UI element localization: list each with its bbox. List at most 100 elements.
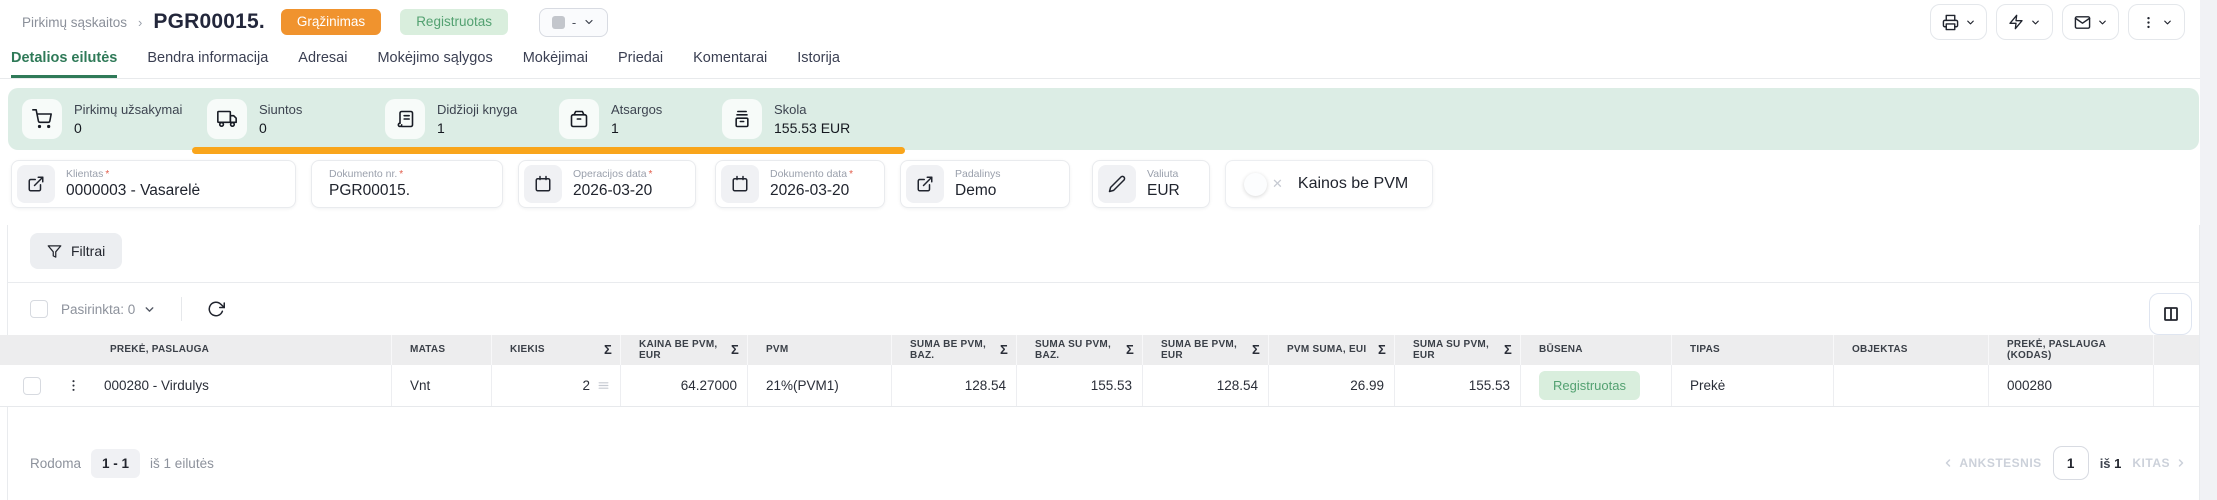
col-header-busena[interactable]: BŪSENA xyxy=(1521,335,1672,365)
sum-icon[interactable]: Σ xyxy=(604,344,612,356)
more-menu-button[interactable] xyxy=(2128,4,2185,40)
row-checkbox[interactable] xyxy=(23,377,41,395)
padalinys-field[interactable]: Padalinys Demo xyxy=(900,160,1070,208)
col-header-suma-su-pvm-eur[interactable]: SUMA SU PVM, EURΣ xyxy=(1395,335,1521,365)
showing-label: Rodoma xyxy=(30,456,81,471)
print-button[interactable] xyxy=(1930,4,1987,40)
stat-atsargos[interactable]: Atsargos 1 xyxy=(559,99,662,139)
tab-mokejimo-salygos[interactable]: Mokėjimo sąlygos xyxy=(377,42,492,78)
refresh-icon[interactable] xyxy=(207,300,225,318)
cell-matas: Vnt xyxy=(392,365,492,406)
select-all-checkbox[interactable] xyxy=(30,300,48,318)
vertical-divider xyxy=(181,297,182,321)
col-header-pvm-suma[interactable]: PVM SUMA, EUIΣ xyxy=(1269,335,1395,365)
email-button[interactable] xyxy=(2062,4,2119,40)
chevron-down-icon[interactable] xyxy=(143,303,156,316)
tab-komentarai[interactable]: Komentarai xyxy=(693,42,767,78)
tab-istorija[interactable]: Istorija xyxy=(797,42,840,78)
truck-icon xyxy=(207,99,247,139)
breadcrumb[interactable]: Pirkimų sąskaitos xyxy=(22,15,127,30)
row-kebab-menu-icon[interactable] xyxy=(66,378,81,393)
col-header-suma-be-pvm-baz[interactable]: SUMA BE PVM, BAZ.Σ xyxy=(892,335,1017,365)
sum-icon[interactable]: Σ xyxy=(731,344,739,356)
field-value: Demo xyxy=(955,182,1001,200)
cell-preke: 000280 - Virdulys xyxy=(104,378,209,393)
col-header-matas[interactable]: MATAS xyxy=(392,335,492,365)
stat-skola[interactable]: Skola 155.53 EUR xyxy=(722,99,850,139)
col-header-kaina-be-pvm[interactable]: KAINA BE PVM, EURΣ xyxy=(621,335,748,365)
status-badge: Registruotas xyxy=(400,9,508,35)
dokumento-nr-field[interactable]: Dokumento nr.* PGR00015. xyxy=(311,160,503,208)
sum-icon[interactable]: Σ xyxy=(1378,344,1386,356)
field-label: Valiuta xyxy=(1147,168,1180,180)
column-settings-button[interactable] xyxy=(2149,293,2192,335)
tab-bendra-informacija[interactable]: Bendra informacija xyxy=(147,42,268,78)
printer-icon xyxy=(1942,14,1959,31)
selected-count-label[interactable]: Pasirinkta: 0 xyxy=(61,302,135,317)
col-header-preke-kodas[interactable]: PREKĖ, PASLAUGA (KODAS) xyxy=(1989,335,2154,365)
cell-kaina-be-pvm: 64.27000 xyxy=(621,365,748,406)
toggle-knob-icon xyxy=(1244,173,1267,196)
prev-page-button[interactable]: ANKSTESNIS xyxy=(1942,456,2041,470)
next-page-button[interactable]: KITAS xyxy=(2132,456,2187,470)
stat-siuntos[interactable]: Siuntos 0 xyxy=(207,99,302,139)
of-label: iš xyxy=(2100,456,2111,471)
cell-suma-be-pvm-eur: 128.54 xyxy=(1143,365,1269,406)
status-color-dropdown-value: - xyxy=(572,15,576,30)
sum-icon[interactable]: Σ xyxy=(1504,344,1512,356)
stat-didzioji-knyga[interactable]: Didžioji knyga 1 xyxy=(385,99,517,139)
table-header-row: PREKĖ, PASLAUGA MATAS KIEKISΣ KAINA BE P… xyxy=(0,335,2199,365)
col-header-preke[interactable]: PREKĖ, PASLAUGA xyxy=(0,335,392,365)
filters-button[interactable]: Filtrai xyxy=(30,233,122,269)
stat-value: 1 xyxy=(611,120,662,136)
actions-button[interactable] xyxy=(1996,4,2053,40)
table-row[interactable]: 000280 - Virdulys Vnt 2 64.27000 21%(PVM… xyxy=(0,365,2199,407)
valiuta-field[interactable]: Valiuta EUR xyxy=(1092,160,1210,208)
tab-adresai[interactable]: Adresai xyxy=(298,42,347,78)
sum-icon[interactable]: Σ xyxy=(1000,344,1008,356)
chevron-down-icon xyxy=(2030,17,2041,28)
status-color-dropdown[interactable]: - xyxy=(539,8,608,37)
col-header-tipas[interactable]: TIPAS xyxy=(1672,335,1834,365)
envelope-icon xyxy=(2074,14,2091,31)
col-header-suma-su-pvm-baz[interactable]: SUMA SU PVM, BAZ.Σ xyxy=(1017,335,1143,365)
sum-icon[interactable]: Σ xyxy=(1126,344,1134,356)
field-label: Dokumento nr. xyxy=(329,168,397,180)
stat-label: Atsargos xyxy=(611,102,662,117)
col-header-suma-be-pvm-eur[interactable]: SUMA BE PVM, EURΣ xyxy=(1143,335,1269,365)
cell-pvm: 21%(PVM1) xyxy=(748,365,892,406)
col-header-pvm[interactable]: PVM xyxy=(748,335,892,365)
tab-priedai[interactable]: Priedai xyxy=(618,42,663,78)
stat-pirkimu-uzsakymai[interactable]: Pirkimų užsakymai 0 xyxy=(22,99,182,139)
kainos-be-pvm-toggle[interactable]: ✕ Kainos be PVM xyxy=(1225,160,1433,208)
field-label: Operacijos data xyxy=(573,168,647,180)
stat-value: 155.53 EUR xyxy=(774,120,850,136)
required-asterisk: * xyxy=(649,169,653,180)
row-status-badge: Registruotas xyxy=(1539,371,1640,400)
operacijos-data-field[interactable]: Operacijos data* 2026-03-20 xyxy=(518,160,696,208)
calendar-icon xyxy=(721,165,759,203)
filters-button-label: Filtrai xyxy=(71,243,105,259)
dokumento-data-field[interactable]: Dokumento data* 2026-03-20 xyxy=(715,160,885,208)
field-value: 0000003 - Vasarelė xyxy=(66,182,200,200)
tab-detalios-eilutes[interactable]: Detalios eilutės xyxy=(11,42,117,78)
sum-icon[interactable]: Σ xyxy=(1252,344,1260,356)
stock-icon xyxy=(559,99,599,139)
funnel-icon xyxy=(47,244,62,259)
page-right-gutter[interactable] xyxy=(2200,0,2217,500)
tab-mokejimai[interactable]: Mokėjimai xyxy=(523,42,588,78)
stat-label: Siuntos xyxy=(259,102,302,117)
pagination: ANKSTESNIS 1 iš 1 KITAS xyxy=(1942,446,2187,480)
cart-icon xyxy=(22,99,62,139)
current-page-box[interactable]: 1 xyxy=(2053,446,2089,480)
total-pages: 1 xyxy=(2114,456,2121,471)
klientas-field[interactable]: Klientas* 0000003 - Vasarelė xyxy=(11,160,296,208)
chevron-down-icon xyxy=(583,16,595,28)
row-lines-icon[interactable] xyxy=(597,379,610,392)
col-header-kiekis[interactable]: KIEKISΣ xyxy=(492,335,621,365)
table-footer: Rodoma 1 - 1 iš 1 eilutės ANKSTESNIS 1 i… xyxy=(7,443,2199,483)
selection-bar: Pasirinkta: 0 xyxy=(7,283,2199,335)
field-value: PGR00015. xyxy=(329,182,410,200)
total-rows-label: iš 1 eilutės xyxy=(150,456,214,471)
col-header-objektas[interactable]: OBJEKTAS xyxy=(1834,335,1989,365)
